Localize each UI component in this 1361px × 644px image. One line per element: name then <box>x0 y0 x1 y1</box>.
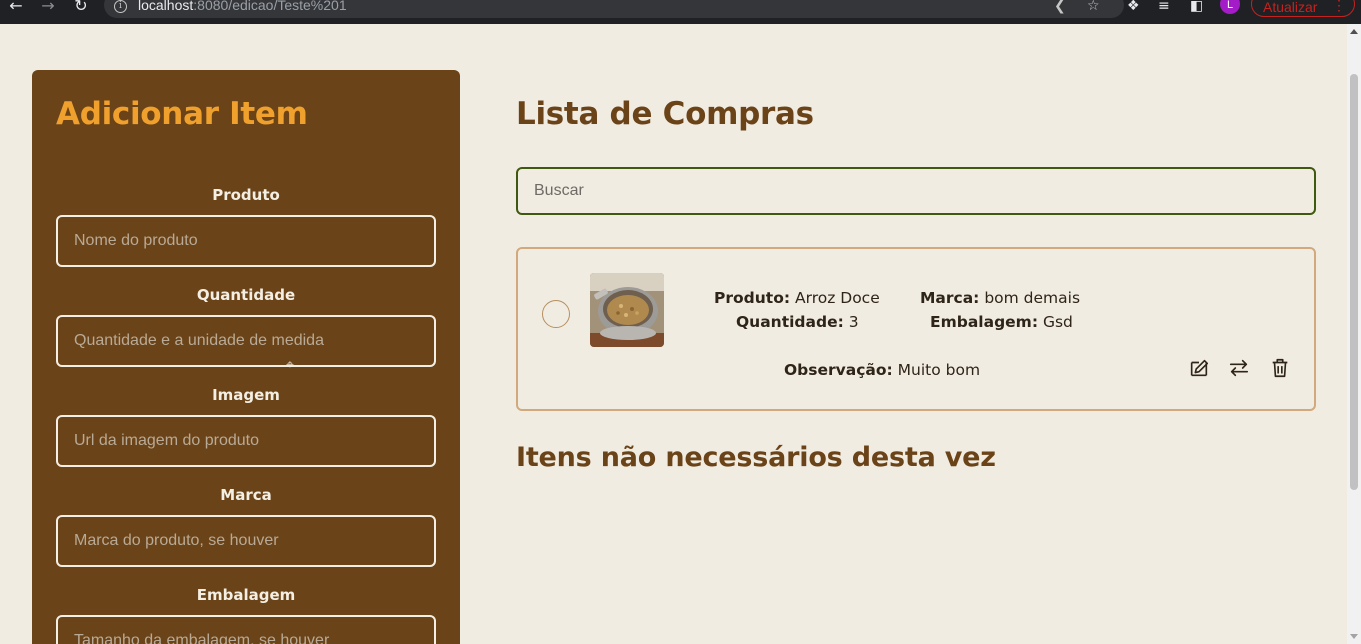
item-image <box>590 273 664 347</box>
browser-toolbar: ← → ↻ i localhost:8080/edicao/Teste%201 … <box>0 0 1361 24</box>
url-text[interactable]: localhost:8080/edicao/Teste%201 <box>138 0 347 13</box>
item-checkbox[interactable] <box>542 300 570 328</box>
rice-pot-image <box>590 273 664 347</box>
swap-icon[interactable] <box>1228 357 1250 379</box>
edit-icon[interactable] <box>1188 357 1210 379</box>
produto-label: Produto <box>212 186 280 204</box>
page-title: Lista de Compras <box>516 96 814 132</box>
item-actions <box>1188 357 1288 381</box>
marca-label: Marca <box>220 486 272 504</box>
imagem-label: Imagem <box>212 386 280 404</box>
update-button[interactable]: Atualizar ⋮ <box>1251 0 1355 17</box>
quantidade-input[interactable] <box>56 315 436 367</box>
info-icon[interactable]: i <box>114 0 127 13</box>
add-item-panel: Adicionar Item Produto Quantidade Imagem… <box>32 70 460 644</box>
menu-icon[interactable]: ⋮ <box>1332 0 1346 14</box>
address-bar[interactable]: i localhost:8080/edicao/Teste%201 ❮ ☆ <box>104 0 1124 18</box>
item-produto: Produto: Arroz Doce <box>714 289 880 307</box>
scrollbar-thumb[interactable] <box>1350 74 1358 490</box>
scroll-up-icon[interactable] <box>1350 29 1358 34</box>
marca-input[interactable] <box>56 515 436 567</box>
avatar[interactable]: L <box>1220 0 1240 14</box>
reload-icon[interactable]: ↻ <box>71 0 91 14</box>
quantidade-label: Quantidade <box>196 286 296 304</box>
search-input[interactable] <box>516 167 1316 215</box>
item-quantidade: Quantidade: 3 <box>736 313 859 331</box>
extensions-icon[interactable]: ❖ <box>1127 0 1140 13</box>
sidepanel-icon[interactable]: ◧ <box>1190 0 1203 13</box>
reading-list-icon[interactable]: ≡ <box>1158 0 1170 13</box>
add-item-title: Adicionar Item <box>56 96 308 132</box>
trash-icon[interactable] <box>1269 357 1291 379</box>
not-needed-title: Itens não necessários desta vez <box>516 442 996 473</box>
item-embalagem: Embalagem: Gsd <box>930 313 1073 331</box>
embalagem-label: Embalagem <box>196 586 296 604</box>
list-item: Produto: Arroz Doce Quantidade: 3 Marca:… <box>516 247 1316 411</box>
forward-icon[interactable]: → <box>38 0 58 14</box>
item-marca: Marca: bom demais <box>920 289 1081 307</box>
imagem-input[interactable] <box>56 415 436 467</box>
share-icon[interactable]: ❮ <box>1054 0 1066 14</box>
back-icon[interactable]: ← <box>6 0 26 14</box>
embalagem-input[interactable] <box>56 615 436 644</box>
star-icon[interactable]: ☆ <box>1087 0 1100 14</box>
text-cursor-icon: ⌖ <box>286 357 294 373</box>
item-observacao: Observação: Muito bom <box>784 361 981 379</box>
produto-input[interactable] <box>56 215 436 267</box>
page-scrollbar[interactable] <box>1347 24 1361 644</box>
scroll-down-icon[interactable] <box>1350 634 1358 639</box>
